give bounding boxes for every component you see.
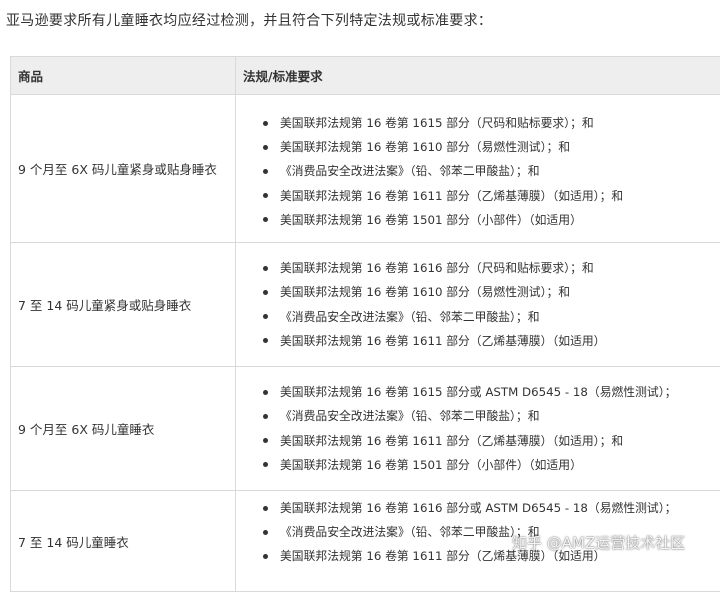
requirement-text: 美国联邦法规第 16 卷第 1501 部分（小部件）（如适用） [280, 213, 582, 227]
requirement-text: 《消费品安全改进法案》（铅、邻苯二甲酸盐）；和 [280, 164, 540, 178]
header-product: 商品 [11, 57, 236, 95]
bullet-icon [263, 506, 268, 511]
requirement-item: 美国联邦法规第 16 卷第 1501 部分（小部件）（如适用） [236, 453, 720, 477]
bullet-icon [263, 438, 268, 443]
requirement-item: 美国联邦法规第 16 卷第 1616 部分（尺码和贴标要求）；和 [236, 256, 720, 280]
requirement-item: 美国联邦法规第 16 卷第 1611 部分（乙烯基薄膜）（如适用）；和 [236, 429, 720, 453]
requirement-text: 美国联邦法规第 16 卷第 1616 部分或 ASTM D6545 - 18（易… [280, 501, 676, 515]
requirement-item: 美国联邦法规第 16 卷第 1615 部分或 ASTM D6545 - 18（易… [236, 380, 720, 404]
bullet-icon [263, 121, 268, 126]
requirement-text: 《消费品安全改进法案》（铅、邻苯二甲酸盐）；和 [280, 310, 540, 324]
requirement-item: 美国联邦法规第 16 卷第 1616 部分或 ASTM D6545 - 18（易… [236, 496, 720, 520]
requirement-item: 《消费品安全改进法案》（铅、邻苯二甲酸盐）；和 [236, 404, 720, 428]
requirement-item: 美国联邦法规第 16 卷第 1610 部分（易燃性测试）；和 [236, 280, 720, 304]
product-cell: 9 个月至 6X 码儿童睡衣 [11, 367, 236, 491]
table-row: 9 个月至 6X 码儿童睡衣 美国联邦法规第 16 卷第 1615 部分或 AS… [11, 367, 720, 491]
requirement-text: 美国联邦法规第 16 卷第 1616 部分（尺码和贴标要求）；和 [280, 261, 594, 275]
bullet-icon [263, 145, 268, 150]
bullet-icon [263, 290, 268, 295]
intro-text: 亚马逊要求所有儿童睡衣均应经过检测，并且符合下列特定法规或标准要求： [6, 10, 492, 30]
requirement-text: 《消费品安全改进法案》（铅、邻苯二甲酸盐）；和 [280, 525, 540, 539]
bullet-icon [263, 217, 268, 222]
requirement-item: 美国联邦法规第 16 卷第 1611 部分（乙烯基薄膜）（如适用） [236, 329, 720, 353]
requirements-list: 美国联邦法规第 16 卷第 1615 部分（尺码和贴标要求）；和 美国联邦法规第… [236, 105, 720, 232]
requirements-cell: 美国联邦法规第 16 卷第 1615 部分或 ASTM D6545 - 18（易… [236, 367, 720, 491]
bullet-icon [263, 338, 268, 343]
requirement-item: 美国联邦法规第 16 卷第 1501 部分（小部件）（如适用） [236, 208, 720, 232]
product-cell: 7 至 14 码儿童睡衣 [11, 491, 236, 592]
requirement-item: 美国联邦法规第 16 卷第 1611 部分（乙烯基薄膜）（如适用）；和 [236, 184, 720, 208]
bullet-icon [263, 414, 268, 419]
requirement-text: 美国联邦法规第 16 卷第 1611 部分（乙烯基薄膜）（如适用） [280, 334, 605, 348]
requirement-text: 美国联邦法规第 16 卷第 1610 部分（易燃性测试）；和 [280, 285, 570, 299]
requirement-text: 美国联邦法规第 16 卷第 1611 部分（乙烯基薄膜）（如适用）；和 [280, 434, 623, 448]
bullet-icon [263, 193, 268, 198]
requirements-table: 商品 法规/标准要求 9 个月至 6X 码儿童紧身或贴身睡衣 美国联邦法规第 1… [10, 56, 720, 592]
table-row: 7 至 14 码儿童紧身或贴身睡衣 美国联邦法规第 16 卷第 1616 部分（… [11, 243, 720, 367]
requirement-text: 美国联邦法规第 16 卷第 1611 部分（乙烯基薄膜）（如适用）；和 [280, 189, 623, 203]
requirement-text: 美国联邦法规第 16 卷第 1615 部分（尺码和贴标要求）；和 [280, 116, 594, 130]
requirements-cell: 美国联邦法规第 16 卷第 1615 部分（尺码和贴标要求）；和 美国联邦法规第… [236, 95, 720, 243]
requirement-item: 《消费品安全改进法案》（铅、邻苯二甲酸盐）；和 [236, 159, 720, 183]
product-cell: 7 至 14 码儿童紧身或贴身睡衣 [11, 243, 236, 367]
bullet-icon [263, 314, 268, 319]
requirement-item: 美国联邦法规第 16 卷第 1610 部分（易燃性测试）；和 [236, 135, 720, 159]
bullet-icon [263, 554, 268, 559]
requirements-list: 美国联邦法规第 16 卷第 1616 部分或 ASTM D6545 - 18（易… [236, 491, 720, 569]
bullet-icon [263, 462, 268, 467]
requirement-item: 美国联邦法规第 16 卷第 1615 部分（尺码和贴标要求）；和 [236, 111, 720, 135]
product-cell: 9 个月至 6X 码儿童紧身或贴身睡衣 [11, 95, 236, 243]
bullet-icon [263, 266, 268, 271]
requirement-text: 美国联邦法规第 16 卷第 1610 部分（易燃性测试）；和 [280, 140, 570, 154]
header-requirements: 法规/标准要求 [236, 57, 720, 95]
bullet-icon [263, 390, 268, 395]
table-row: 9 个月至 6X 码儿童紧身或贴身睡衣 美国联邦法规第 16 卷第 1615 部… [11, 95, 720, 243]
bullet-icon [263, 530, 268, 535]
requirements-list: 美国联邦法规第 16 卷第 1616 部分（尺码和贴标要求）；和 美国联邦法规第… [236, 256, 720, 353]
requirement-text: 《消费品安全改进法案》（铅、邻苯二甲酸盐）；和 [280, 409, 540, 423]
requirements-cell: 美国联邦法规第 16 卷第 1616 部分（尺码和贴标要求）；和 美国联邦法规第… [236, 243, 720, 367]
bullet-icon [263, 169, 268, 174]
requirement-text: 美国联邦法规第 16 卷第 1615 部分或 ASTM D6545 - 18（易… [280, 385, 676, 399]
requirement-item: 《消费品安全改进法案》（铅、邻苯二甲酸盐）；和 [236, 305, 720, 329]
table-header-row: 商品 法规/标准要求 [11, 57, 720, 95]
watermark: 知乎 @AMZ运营技术社区 [512, 532, 685, 553]
requirement-text: 美国联邦法规第 16 卷第 1501 部分（小部件）（如适用） [280, 458, 582, 472]
requirements-list: 美国联邦法规第 16 卷第 1615 部分或 ASTM D6545 - 18（易… [236, 380, 720, 477]
